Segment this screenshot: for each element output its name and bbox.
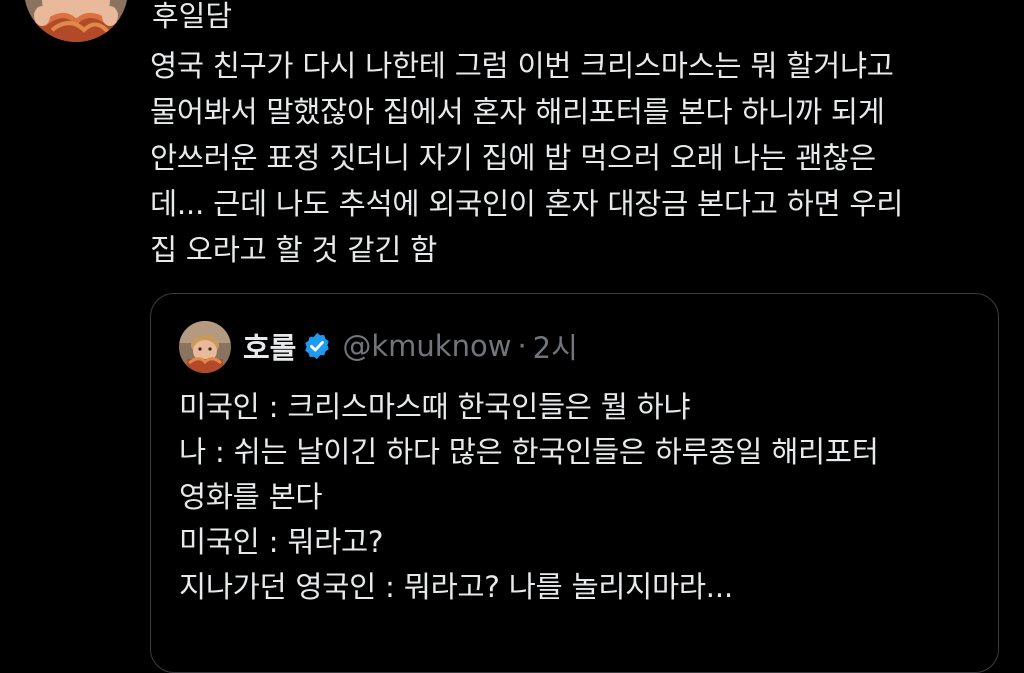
quoted-tweet-text: 미국인 : 크리스마스때 한국인들은 뭘 하냐 나 : 쉬는 날이긴 하다 많은… [179, 385, 989, 610]
tweet-text: 영국 친구가 다시 나한테 그럼 이번 크리스마스는 뭐 할거냐고 물어봐서 말… [150, 43, 1012, 273]
quoted-author-handle[interactable]: @kmuknow [342, 329, 511, 363]
quoted-tweet-card[interactable]: 호롤 @kmuknow · 2시 미국인 : 크리스마스때 한국인들은 뭘 하냐… [150, 293, 999, 673]
tweet-text-line: 집 오라고 할 것 같긴 함 [150, 233, 437, 267]
separator-dot: · [517, 329, 527, 363]
avatar-photo-icon [179, 321, 231, 373]
quoted-tweet-header: 호롤 @kmuknow · 2시 [243, 324, 578, 368]
quoted-tweet-time[interactable]: 2시 [533, 325, 578, 367]
quoted-text-line: 나 : 쉬는 날이긴 하다 많은 한국인들은 하루종일 해리포터 [179, 435, 879, 469]
quoted-author-name[interactable]: 호롤 [243, 325, 296, 367]
verified-badge-icon [302, 331, 332, 361]
tweet-text-line: 안쓰러운 표정 짓더니 자기 집에 밥 먹으러 오래 나는 괜찮은 [150, 141, 876, 175]
quoted-text-line: 영화를 본다 [179, 480, 323, 514]
quoted-text-line: 미국인 : 크리스마스때 한국인들은 뭘 하냐 [179, 390, 691, 424]
tweet-text-line: 물어봐서 말했잖아 집에서 혼자 해리포터를 본다 하니까 되게 [150, 95, 885, 129]
author-avatar[interactable] [24, 0, 128, 42]
avatar-photo-icon [24, 0, 128, 42]
tweet-text-line: 데... 근데 나도 추석에 외국인이 혼자 대장금 본다고 하면 우리 [150, 187, 904, 221]
quoted-text-line: 지나가던 영국인 : 뭐라고? 나를 놀리지마라... [179, 570, 733, 604]
tweet-text-line: 영국 친구가 다시 나한테 그럼 이번 크리스마스는 뭐 할거냐고 [150, 49, 894, 83]
quoted-author-avatar[interactable] [179, 321, 231, 373]
author-name[interactable]: 후일담 [152, 0, 232, 34]
quoted-text-line: 미국인 : 뭐라고? [179, 525, 384, 559]
